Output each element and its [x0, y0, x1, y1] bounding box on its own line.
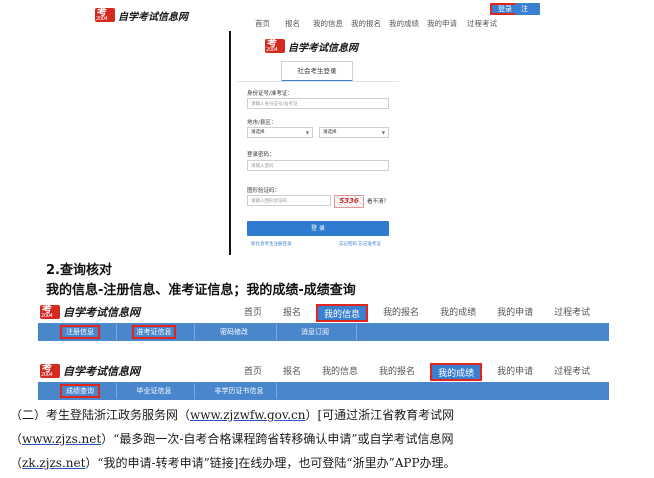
nav-item-my-enroll[interactable]: 我的报名 [351, 18, 389, 29]
logo-badge-icon: 考 2004 [40, 305, 60, 319]
nav-strip-my-info: 考 2004 自学考试信息网 首页 报名 我的信息 我的报名 我的成绩 我的申请… [38, 301, 609, 341]
password-input[interactable]: 请输入密码 [247, 160, 389, 171]
section-subheading: 我的信息-注册信息、准考证信息；我的成绩-成绩查询 [46, 283, 356, 298]
city-select[interactable]: 请选择 ▼ [247, 127, 313, 138]
nav-item-enroll[interactable]: 报名 [277, 304, 307, 322]
captcha-refresh-link[interactable]: 看不清？ [367, 197, 389, 205]
nav-item-my-apply[interactable]: 我的申请 [491, 304, 539, 322]
city-select-value: 请选择 [251, 130, 265, 135]
divider [194, 383, 195, 399]
divider [276, 324, 277, 340]
register-button[interactable]: 注册 [515, 3, 540, 25]
sub-item-admission-ticket[interactable]: 准考证信息 [132, 325, 176, 339]
paragraph-text: ）“最多跑一次-自考合格课程跨省转移确认申请”或自学考试信息网 [101, 432, 454, 446]
id-input[interactable]: 请输入身份证号/准考证 [247, 98, 389, 109]
login-logo: 考 2004 自学考试信息网 [265, 37, 358, 55]
paragraph-line-3: （zk.zjzs.net）“我的申请-转考申请”链接]在线办理，也可登陆“浙里办… [10, 451, 650, 475]
sub-item-diploma-info[interactable]: 毕业证信息 [130, 384, 178, 398]
password-label: 登录密码： [247, 152, 275, 158]
divider [116, 324, 117, 340]
divider [237, 81, 399, 82]
nav-item-my-info[interactable]: 我的信息 [316, 363, 364, 381]
nav-item-process-exam[interactable]: 过程考试 [548, 363, 596, 381]
site-logo[interactable]: 考 2004 自学考试信息网 [95, 6, 188, 24]
nav-item-enroll[interactable]: 报名 [277, 363, 307, 381]
nav-item-my-apply[interactable]: 我的申请 [491, 363, 539, 381]
region-label: 地市/县区： [247, 120, 277, 126]
chevron-down-icon: ▼ [381, 130, 385, 135]
nav-item-my-info[interactable]: 我的信息 [316, 304, 369, 322]
sub-item-message-subscribe[interactable]: 消息订阅 [295, 325, 335, 339]
main-nav: 首页 报名 我的信息 我的报名 我的成绩 我的申请 过程考试 [238, 363, 605, 381]
paragraph-line-1: （二）考生登陆浙江政务服务网（www.zjzwfw.gov.cn）[可通过浙江省… [10, 403, 650, 427]
site-logo[interactable]: 考 2004 自学考试信息网 [40, 362, 140, 380]
divider [356, 324, 357, 340]
logo-badge-icon: 考 2004 [40, 364, 60, 378]
captcha-label: 图形验证码： [247, 188, 281, 194]
logo-text: 自学考试信息网 [288, 42, 358, 54]
paragraph-text: ）[可通过浙江省教育考试网 [305, 408, 455, 422]
sub-nav-bar: 注册信息 准考证信息 密码修改 消息订阅 [38, 323, 609, 341]
zjzwfw-link[interactable]: www.zjzwfw.gov.cn [190, 408, 305, 422]
site-logo[interactable]: 考 2004 自学考试信息网 [40, 303, 140, 321]
sub-item-password-change[interactable]: 密码修改 [214, 325, 254, 339]
sub-item-registration-info[interactable]: 注册信息 [60, 325, 100, 339]
login-submit-button[interactable]: 登 录 [247, 221, 389, 236]
sub-item-non-degree-cert[interactable]: 非学历证书信息 [204, 384, 274, 398]
logo-badge-year: 2004 [41, 313, 53, 319]
tab-social-candidate-login[interactable]: 社会考生登录 [281, 61, 353, 82]
nav-item-my-info[interactable]: 我的信息 [313, 18, 351, 29]
nav-item-process-exam[interactable]: 过程考试 [467, 18, 505, 29]
logo-text: 自学考试信息网 [118, 11, 188, 23]
main-nav: 首页 报名 我的信息 我的报名 我的成绩 我的申请 过程考试 [238, 304, 605, 322]
paragraph-text: （ [10, 456, 23, 470]
panel-divider [229, 31, 231, 255]
county-select-value: 请选择 [323, 130, 337, 135]
chevron-down-icon: ▼ [305, 130, 309, 135]
register-login-link[interactable]: 新社会考生注册登录 [251, 241, 292, 247]
nav-item-home[interactable]: 首页 [238, 304, 268, 322]
paragraph-text: ）“我的申请-转考申请”链接]在线办理，也可登陆“浙里办”APP办理。 [85, 456, 456, 470]
nav-item-my-score[interactable]: 我的成绩 [434, 304, 482, 322]
paragraph-text: （ [10, 432, 23, 446]
paragraph-text: （二）考生登陆浙江政务服务网（ [10, 408, 191, 422]
sub-nav-bar: 成绩查询 毕业证信息 非学历证书信息 [38, 382, 609, 400]
divider [194, 324, 195, 340]
logo-badge-year: 2004 [266, 47, 278, 53]
sub-item-score-query[interactable]: 成绩查询 [60, 384, 100, 398]
nav-item-enroll[interactable]: 报名 [285, 18, 313, 29]
nav-item-home[interactable]: 首页 [238, 363, 268, 381]
id-label: 身份证号/准考证： [247, 91, 293, 97]
nav-strip-header: 考 2004 自学考试信息网 首页 报名 我的信息 我的报名 我的成绩 我的申请… [38, 360, 609, 382]
forgot-links[interactable]: 忘记密码 忘记准考证 [339, 241, 381, 247]
paragraph-line-2: （www.zjzs.net）“最多跑一次-自考合格课程跨省转移确认申请”或自学考… [10, 427, 650, 451]
logo-badge-icon: 考 2004 [95, 8, 115, 22]
nav-strip-header: 考 2004 自学考试信息网 首页 报名 我的信息 我的报名 我的成绩 我的申请… [38, 301, 609, 323]
login-panel: 考 2004 自学考试信息网 社会考生登录 身份证号/准考证： 请输入身份证号/… [233, 31, 403, 255]
top-nav-header: 考 2004 自学考试信息网 首页 报名 我的信息 我的报名 我的成绩 我的申请… [95, 0, 540, 30]
nav-item-process-exam[interactable]: 过程考试 [548, 304, 596, 322]
nav-item-my-score[interactable]: 我的成绩 [389, 18, 427, 29]
nav-item-my-enroll[interactable]: 我的报名 [373, 363, 421, 381]
logo-text: 自学考试信息网 [63, 306, 140, 319]
captcha-image[interactable]: 5336 [334, 195, 364, 208]
captcha-input[interactable]: 请输入图形验证码 [247, 195, 331, 206]
logo-badge-icon: 考 2004 [265, 39, 285, 53]
instruction-paragraph: （二）考生登陆浙江政务服务网（www.zjzwfw.gov.cn）[可通过浙江省… [10, 403, 650, 475]
nav-item-home[interactable]: 首页 [255, 18, 285, 29]
logo-badge-year: 2004 [96, 16, 108, 22]
logo-badge-year: 2004 [41, 372, 53, 378]
nav-item-my-apply[interactable]: 我的申请 [427, 18, 467, 29]
zk-zjzs-link[interactable]: zk.zjzs.net [22, 456, 85, 470]
nav-item-my-enroll[interactable]: 我的报名 [377, 304, 425, 322]
divider [276, 383, 277, 399]
top-nav-links: 首页 报名 我的信息 我的报名 我的成绩 我的申请 过程考试 [255, 18, 505, 29]
zjzs-link[interactable]: www.zjzs.net [22, 432, 101, 446]
logo-text: 自学考试信息网 [63, 365, 140, 378]
section-heading: 2.查询核对 [46, 263, 112, 278]
county-select[interactable]: 请选择 ▼ [319, 127, 389, 138]
nav-item-my-score[interactable]: 我的成绩 [430, 363, 483, 381]
divider [116, 383, 117, 399]
nav-strip-my-score: 考 2004 自学考试信息网 首页 报名 我的信息 我的报名 我的成绩 我的申请… [38, 360, 609, 400]
